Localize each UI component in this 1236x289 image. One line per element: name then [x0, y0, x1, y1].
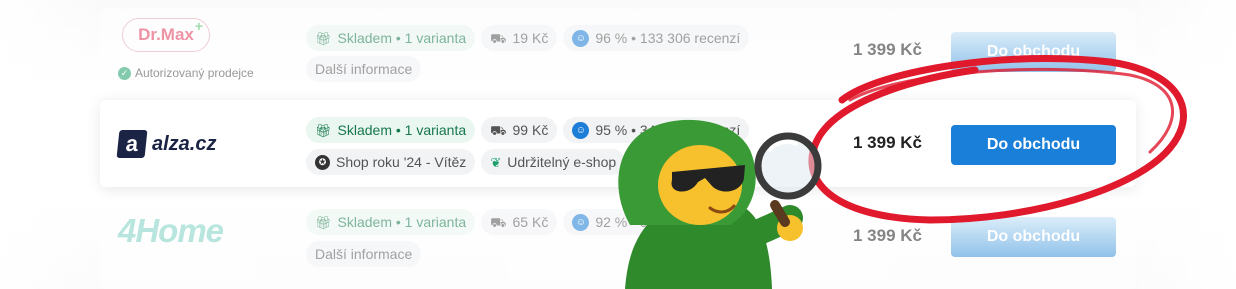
gift-box-icon: 🎁︎: [315, 30, 332, 46]
award-label: Shop roku '24 - Vítěz: [336, 154, 467, 170]
stock-chip[interactable]: 🎁︎ Skladem • 1 varianta: [306, 117, 476, 143]
shipping-chip[interactable]: ⛟ 19 Kč: [481, 25, 558, 51]
shop-rating-icon: ☺: [572, 121, 590, 139]
shipping-chip[interactable]: ⛟ 99 Kč: [481, 117, 558, 143]
shop-name: Dr.Max: [138, 25, 194, 44]
go-to-shop-button[interactable]: Do obchodu: [951, 217, 1116, 257]
alza-mark-icon: a: [116, 130, 148, 158]
shipping-label: 65 Kč: [512, 214, 549, 230]
gift-box-icon: 🎁︎: [315, 214, 332, 230]
plus-icon: +: [194, 18, 203, 34]
rating-label: 95 % • 347 537 recenzí: [595, 122, 741, 138]
rating-label: 96 % • 133 306 recenzí: [595, 30, 741, 46]
drmax-logo: Dr.Max +: [122, 18, 210, 52]
truck-icon: ⛟: [490, 122, 507, 138]
truck-icon: ⛟: [490, 214, 507, 230]
alza-logo: a alza.cz: [116, 130, 217, 158]
shop-logo-drmax[interactable]: Dr.Max + ✓ Autorizovaný prodejce: [118, 8, 268, 95]
rating-chip[interactable]: ☺ 92 % • 99: [563, 209, 665, 235]
leaf-icon: ❦: [490, 154, 502, 170]
shop-of-year-chip[interactable]: ✪ Shop roku '24 - Vítěz: [306, 149, 476, 175]
award-icon: ✪: [315, 154, 330, 170]
stock-label: Skladem • 1 varianta: [337, 30, 467, 46]
offer-price: 1 399 Kč: [853, 226, 922, 245]
check-circle-icon: ✓: [118, 66, 131, 80]
go-to-shop-button[interactable]: Do obchodu: [951, 32, 1116, 72]
rating-chip[interactable]: ☺ 95 % • 347 537 recenzí: [563, 117, 750, 143]
offer-price: 1 399 Kč: [853, 40, 922, 59]
shipping-label: 99 Kč: [512, 122, 549, 138]
stock-chip[interactable]: 🎁︎ Skladem • 1 varianta: [306, 209, 476, 235]
shop-rating-icon: ☺: [572, 213, 590, 231]
stock-label: Skladem • 1 varianta: [337, 122, 467, 138]
more-info-chip[interactable]: Další informace: [306, 241, 422, 267]
truck-icon: ⛟: [490, 30, 507, 46]
rating-label: 92 % • 99: [595, 214, 656, 230]
offer-price: 1 399 Kč: [853, 133, 922, 152]
gift-box-icon: 🎁︎: [315, 122, 332, 138]
stock-label: Skladem • 1 varianta: [337, 214, 467, 230]
shop-logo-4home[interactable]: 4Home: [118, 192, 268, 289]
more-info-chip[interactable]: Další informace: [306, 56, 422, 82]
shop-name: alza.cz: [152, 132, 217, 155]
more-info-label: Další informace: [315, 246, 413, 262]
shipping-chip[interactable]: ⛟ 65 Kč: [481, 209, 558, 235]
shipping-label: 19 Kč: [512, 30, 549, 46]
shop-logo-alza[interactable]: a alza.cz: [116, 100, 268, 187]
rating-chip[interactable]: ☺ 96 % • 133 306 recenzí: [563, 25, 750, 51]
offer-row-alza: a alza.cz 🎁︎ Skladem • 1 varianta ⛟ 99 Kč …: [100, 100, 1136, 187]
stock-chip[interactable]: 🎁︎ Skladem • 1 varianta: [306, 25, 476, 51]
offer-row-drmax: Dr.Max + ✓ Autorizovaný prodejce 🎁︎ Sklade…: [100, 8, 1136, 95]
sustainable-label: Udržitelný e-shop: [507, 154, 617, 170]
authorized-seller: ✓ Autorizovaný prodejce: [118, 66, 254, 80]
shop-name: 4Home: [118, 212, 224, 249]
offer-row-4home: 4Home 🎁︎ Skladem • 1 varianta ⛟ 65 Kč ☺ 92 …: [100, 192, 1136, 289]
sustainable-shop-chip[interactable]: ❦ Udržitelný e-shop: [481, 149, 626, 175]
authorized-label: Autorizovaný prodejce: [135, 66, 254, 80]
shop-rating-icon: ☺: [572, 29, 590, 47]
offers-list: Dr.Max + ✓ Autorizovaný prodejce 🎁︎ Sklade…: [0, 0, 1236, 289]
go-to-shop-button[interactable]: Do obchodu: [951, 125, 1116, 165]
more-info-label: Další informace: [315, 61, 413, 77]
